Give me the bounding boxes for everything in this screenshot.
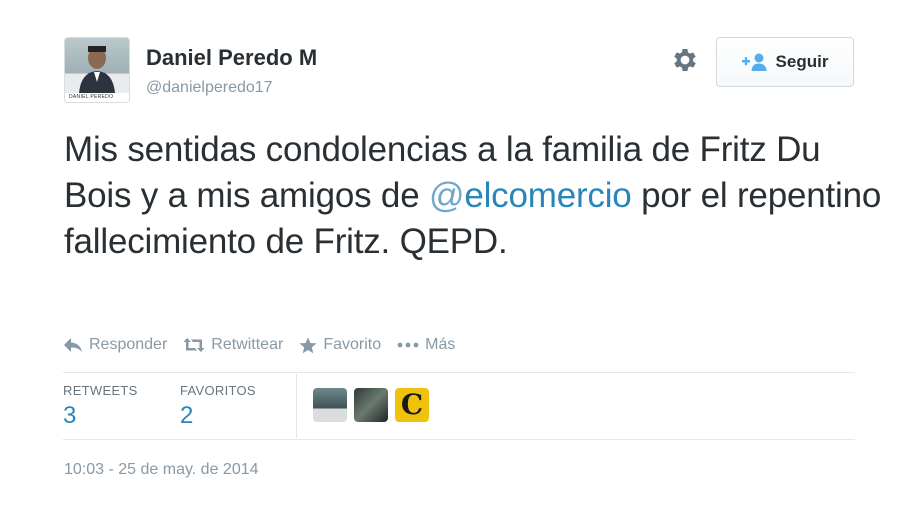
favorite-action[interactable]: Favorito (299, 336, 381, 354)
stats-bottom-divider (63, 439, 855, 440)
mention-at: @ (429, 176, 465, 215)
retweet-action[interactable]: Retwittear (183, 336, 283, 354)
avatar-caption: DANIEL PEREDO (65, 93, 129, 102)
retweets-label: RETWEETS (63, 383, 138, 398)
avatar-photo (79, 46, 115, 93)
retweets-count[interactable]: 3 (63, 402, 76, 430)
tweet-timestamp[interactable]: 10:03 - 25 de may. de 2014 (64, 461, 259, 479)
more-label: Más (425, 336, 456, 353)
user-name[interactable]: Daniel Peredo M (146, 45, 317, 71)
favorites-label: FAVORITOS (180, 383, 256, 398)
retweet-label: Retwittear (211, 336, 284, 353)
elcomercio-logo-letter: C (400, 388, 424, 421)
more-action[interactable]: Más (397, 336, 455, 354)
gear-icon[interactable] (670, 45, 700, 75)
favorite-label: Favorito (323, 336, 382, 353)
tweet-page: DANIEL PEREDO Daniel Peredo M @danielper… (0, 0, 924, 530)
stats-top-divider (63, 372, 855, 373)
reply-label: Responder (89, 336, 168, 353)
favoriter-avatar[interactable] (354, 388, 388, 422)
favoriter-avatar-elcomercio[interactable]: C (395, 388, 429, 422)
follow-button[interactable]: Seguir (716, 37, 854, 87)
stats-separator (296, 374, 297, 438)
more-dots-icon (397, 342, 419, 348)
tweet-actions: Responder Retwittear Favorito Más (63, 336, 471, 354)
follow-button-label: Seguir (775, 52, 829, 71)
reply-icon (63, 337, 83, 353)
star-icon (299, 337, 317, 354)
add-user-icon (741, 52, 768, 72)
tweet-text: Mis sentidas condolencias a la familia d… (64, 127, 884, 265)
reply-action[interactable]: Responder (63, 336, 167, 354)
favorites-count[interactable]: 2 (180, 402, 193, 430)
user-avatar[interactable]: DANIEL PEREDO (64, 37, 130, 103)
retweet-icon (183, 337, 205, 353)
favoriter-avatar[interactable] (313, 388, 347, 422)
mention-link[interactable]: @elcomercio (429, 176, 632, 215)
user-handle[interactable]: @danielperedo17 (146, 79, 273, 97)
mention-name: elcomercio (464, 176, 632, 215)
